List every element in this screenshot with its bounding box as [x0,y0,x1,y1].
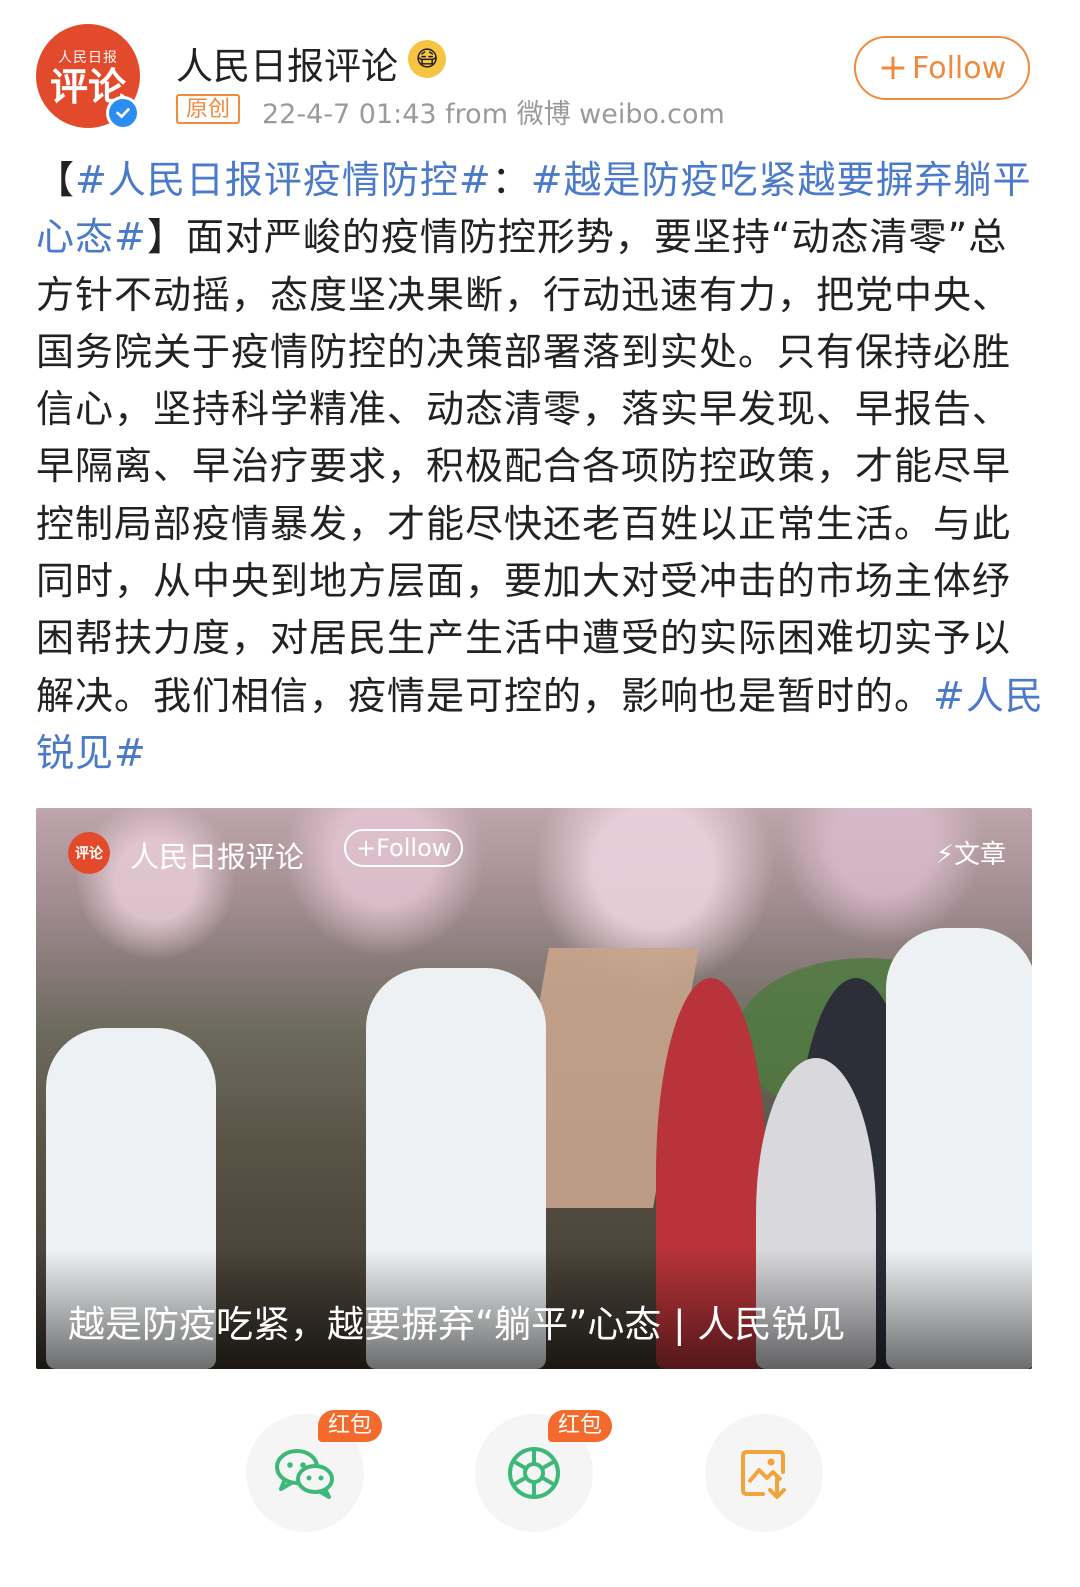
red-packet-badge: 红包 [548,1410,613,1442]
wechat-icon [275,1449,334,1499]
card-follow-button[interactable]: +Follow [344,829,464,867]
red-packet-badge: 红包 [318,1410,383,1442]
card-avatar: 评论 [68,832,110,874]
emoji-icon: 😷 [408,40,446,78]
post-text: 【#人民日报评疫情防控#：#越是防疫吃紧越要摒弃躺平心态#】面对严峻的疫情防控形… [36,152,1046,782]
article-card[interactable]: 评论 人民日报评论 +Follow ⚡文章 越是防疫吃紧，越要摒弃“躺平”心态 … [36,808,1032,1369]
avatar-top-text: 人民日报 [58,50,118,66]
post-meta: 22-4-7 01:43 from 微博 weibo.com [262,99,725,130]
card-account-name: 人民日报评论 [130,840,305,874]
moments-icon [508,1447,560,1499]
post-body: 面对严峻的疫情防控形势，要坚持“动态清零”总方针不动摇，态度坚决果断，行动迅速有… [36,215,1012,718]
article-type-label: ⚡文章 [935,840,1006,870]
save-image-button[interactable] [705,1414,823,1532]
article-title: 越是防疫吃紧，越要摒弃“躺平”心态 | 人民锐见 [68,1303,846,1346]
bracket-close: 】 [146,215,186,260]
account-name[interactable]: 人民日报评论 [176,36,398,90]
follow-label: Follow [912,50,1007,86]
plus-icon: + [877,47,909,88]
original-tag: 原创 [176,94,241,124]
colon: ： [491,158,531,202]
verified-badge-icon [106,96,140,130]
save-image-icon [741,1450,786,1499]
hashtag-topic-1[interactable]: #人民日报评疫情防控# [75,158,492,202]
bracket-open: 【 [36,158,76,202]
follow-button[interactable]: + Follow [854,36,1030,100]
